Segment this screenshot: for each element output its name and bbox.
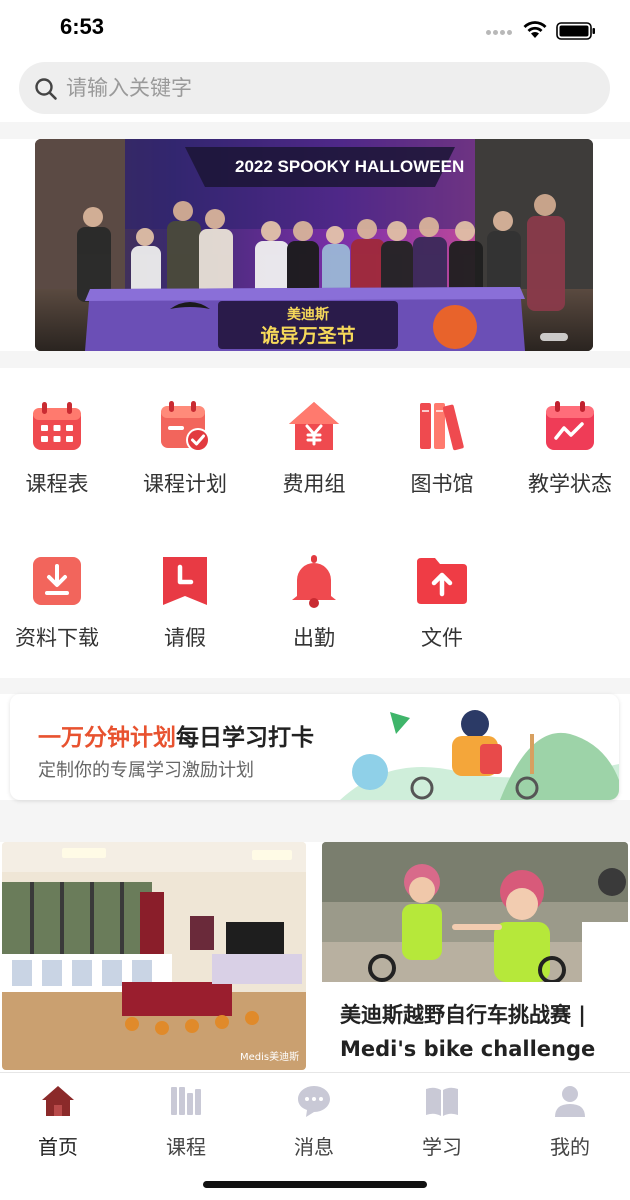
tab-label: 首页 (38, 1135, 78, 1159)
grid-item-library[interactable]: 图书馆 (378, 400, 506, 520)
open-book-icon (426, 1087, 458, 1116)
tab-label: 消息 (294, 1135, 334, 1159)
section-divider (0, 678, 630, 694)
clock-leave-icon (163, 557, 207, 605)
grid-item-label: 课程表 (25, 472, 89, 496)
grid-item-label: 课程计划 (143, 472, 227, 496)
grid-item-label: 费用组 (282, 472, 346, 496)
status-bar: 6:53 (0, 0, 630, 58)
halloween-banner[interactable]: 2022 SPOOKY HALLOWEEN 美迪斯 诡异万圣节 (35, 139, 593, 351)
promo-title-highlight: 一万分钟计划 (38, 725, 176, 751)
section-divider (0, 351, 630, 368)
article-title: 美迪斯越野自行车挑战赛 | Medi's bike challenge (340, 1003, 596, 1061)
home-indicator[interactable] (203, 1181, 427, 1188)
grid-item-label: 教学状态 (528, 472, 612, 496)
bike-challenge-photo (322, 842, 628, 982)
banner-photo: 2022 SPOOKY HALLOWEEN 美迪斯 诡异万圣节 (35, 139, 593, 351)
tab-study[interactable]: 学习 (392, 1081, 492, 1159)
grid-item-attendance[interactable]: 出勤 (250, 554, 378, 674)
banner-brand: 美迪斯 (287, 306, 329, 323)
tab-label: 学习 (422, 1135, 462, 1159)
grid-item-label: 出勤 (293, 626, 335, 650)
home-icon (42, 1086, 74, 1116)
section-divider (0, 122, 630, 139)
grid-item-label: 资料下载 (15, 626, 99, 650)
grid-item-label: 图书馆 (410, 472, 474, 496)
wifi-icon (523, 21, 547, 38)
grid-item-fees[interactable]: 费用组 (250, 400, 378, 520)
promo-title-rest: 每日学习打卡 (176, 725, 314, 751)
folder-upload-icon (417, 558, 467, 604)
user-icon (555, 1086, 585, 1117)
classroom-photo-card[interactable]: Medis美迪斯 (2, 842, 306, 1070)
calendar-check-icon (161, 401, 210, 452)
classroom-photo (2, 842, 306, 1070)
grid-item-label: 文件 (421, 626, 463, 650)
grid-item-schedule[interactable]: 课程表 (0, 400, 121, 520)
section-divider (0, 800, 630, 842)
books-icon (420, 403, 464, 451)
study-plan-promo-card[interactable]: 一万分钟计划每日学习打卡 定制你的专属学习激励计划 (10, 694, 619, 800)
status-time: 6:53 (60, 14, 105, 39)
search-icon (35, 78, 57, 100)
yen-house-icon (289, 402, 339, 450)
tab-home[interactable]: 首页 (8, 1081, 108, 1159)
tab-courses[interactable]: 课程 (136, 1081, 236, 1159)
grid-item-files[interactable]: 文件 (378, 554, 506, 674)
search-input[interactable] (66, 62, 586, 114)
calendar-grid-icon (33, 402, 81, 450)
grid-item-leave[interactable]: 请假 (121, 554, 249, 674)
tab-profile[interactable]: 我的 (520, 1081, 620, 1159)
grid-item-course-plan[interactable]: 课程计划 (121, 400, 249, 520)
carousel-indicator[interactable] (540, 333, 568, 341)
tab-label: 我的 (550, 1135, 590, 1159)
library-icon (171, 1087, 201, 1115)
tab-label: 课程 (166, 1135, 206, 1159)
grid-item-label: 请假 (164, 626, 206, 650)
download-icon (33, 557, 81, 605)
chat-bubble-icon (298, 1086, 330, 1117)
bell-icon (292, 555, 336, 608)
grid-item-teaching-status[interactable]: 教学状态 (506, 400, 630, 520)
grid-item-downloads[interactable]: 资料下载 (0, 554, 121, 674)
battery-icon (556, 22, 595, 40)
tab-messages[interactable]: 消息 (264, 1081, 364, 1159)
promo-subtitle: 定制你的专属学习激励计划 (38, 760, 254, 781)
promo-title: 一万分钟计划每日学习打卡 (38, 718, 314, 752)
bike-challenge-article-card[interactable]: 美迪斯越野自行车挑战赛 | Medi's bike challenge (322, 842, 628, 1072)
signal-dots-icon (486, 30, 514, 36)
promo-illustration (340, 710, 619, 800)
calendar-trend-icon (546, 401, 594, 450)
banner-caption: 诡异万圣节 (260, 324, 355, 347)
photo-watermark: Medis美迪斯 (240, 1052, 300, 1063)
banner-headline: 2022 SPOOKY HALLOWEEN (235, 157, 464, 176)
